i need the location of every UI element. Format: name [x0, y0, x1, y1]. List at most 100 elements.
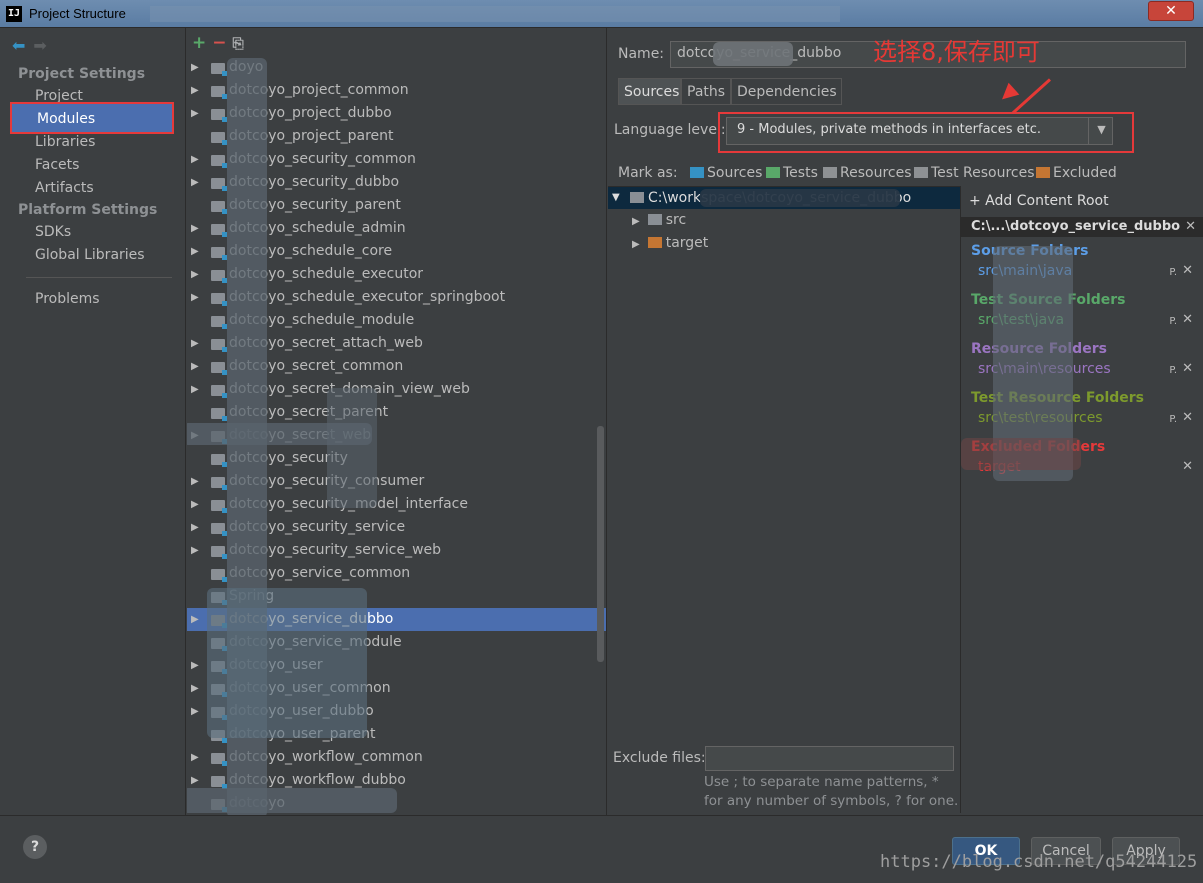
window-titlebar: IJ Project Structure ✕: [0, 0, 1203, 28]
module-folder-icon: [211, 362, 227, 375]
content-root-header-label: C:\...\dotcoyo_service_dubbo: [971, 219, 1181, 234]
add-content-root-button[interactable]: + Add Content Root: [969, 193, 1109, 209]
folder-icon: [914, 167, 928, 178]
sidebar-item-libraries[interactable]: Libraries: [35, 134, 95, 150]
sidebar-item-global-libraries[interactable]: Global Libraries: [35, 247, 145, 263]
module-folder-icon: [211, 546, 227, 559]
annotation-arrowhead: [996, 82, 1020, 106]
collapsed-arrow-icon[interactable]: ▶: [191, 148, 199, 171]
content-folder-target[interactable]: ▶ target: [632, 232, 708, 254]
close-icon[interactable]: ✕: [1185, 217, 1196, 237]
content-folder-src[interactable]: ▶ src: [632, 209, 686, 231]
module-folder-icon: [211, 86, 227, 99]
sidebar-separator: [26, 277, 172, 278]
collapsed-arrow-icon[interactable]: ▶: [191, 677, 199, 700]
collapsed-arrow-icon[interactable]: ▶: [191, 493, 199, 516]
window-close-button[interactable]: ✕: [1148, 1, 1194, 21]
help-button[interactable]: ?: [23, 835, 47, 859]
package-prefix-icon[interactable]: P.: [1169, 316, 1177, 327]
mark-as-label: Mark as:: [618, 165, 678, 181]
remove-folder-icon[interactable]: ✕: [1182, 312, 1193, 327]
mark-as-tests-button[interactable]: Tests: [766, 165, 818, 181]
remove-folder-icon[interactable]: ✕: [1182, 361, 1193, 376]
sidebar-item-artifacts[interactable]: Artifacts: [35, 180, 94, 196]
collapsed-arrow-icon[interactable]: ▶: [191, 516, 199, 539]
module-folder-icon: [211, 155, 227, 168]
collapsed-arrow-icon[interactable]: ▶: [632, 216, 640, 227]
collapsed-arrow-icon[interactable]: ▶: [191, 217, 199, 240]
collapsed-arrow-icon[interactable]: ▶: [191, 102, 199, 125]
collapsed-arrow-icon[interactable]: ▶: [632, 239, 640, 250]
collapsed-arrow-icon[interactable]: ▶: [191, 470, 199, 493]
window-title: Project Structure: [29, 6, 126, 21]
collapsed-arrow-icon[interactable]: ▶: [191, 286, 199, 309]
folder-icon: [823, 167, 837, 178]
module-folder-icon: [211, 385, 227, 398]
settings-sidebar: ⬅ ➡ Project Settings Project Modules Libr…: [0, 28, 186, 815]
collapsed-arrow-icon[interactable]: ▶: [191, 746, 199, 769]
collapsed-arrow-icon[interactable]: ▶: [191, 79, 199, 102]
copy-module-icon[interactable]: ⎘: [233, 36, 244, 52]
folder-icon: [690, 167, 704, 178]
collapsed-arrow-icon[interactable]: ▶: [191, 539, 199, 562]
mark-as-excluded-button[interactable]: Excluded: [1036, 165, 1117, 181]
collapsed-arrow-icon[interactable]: ▶: [191, 240, 199, 263]
collapsed-arrow-icon[interactable]: ▶: [191, 654, 199, 677]
module-folder-icon: [211, 523, 227, 536]
mark-as-resources-button[interactable]: Resources: [823, 165, 912, 181]
tab-sources[interactable]: Sources: [618, 78, 681, 105]
collapsed-arrow-icon[interactable]: ▶: [191, 355, 199, 378]
content-root-row[interactable]: ▼ C:\workspace\dotcoyo_service_dubbo: [608, 187, 960, 209]
remove-folder-icon[interactable]: ✕: [1182, 263, 1193, 278]
redacted-path: [150, 6, 840, 22]
module-folder-icon: [211, 270, 227, 283]
excluded-folder-icon: [647, 237, 662, 248]
exclude-files-input[interactable]: [705, 746, 954, 771]
sidebar-item-sdks[interactable]: SDKs: [35, 224, 71, 240]
sidebar-item-problems[interactable]: Problems: [35, 291, 100, 307]
intellij-app-icon: IJ: [6, 6, 22, 22]
module-folder-icon: [211, 339, 227, 352]
nav-arrows: ⬅ ➡: [12, 36, 47, 55]
package-prefix-icon[interactable]: P.: [1169, 365, 1177, 376]
remove-module-icon[interactable]: −: [212, 33, 226, 53]
add-module-icon[interactable]: +: [192, 33, 206, 53]
folder-label: target: [665, 235, 709, 251]
module-folder-icon: [211, 132, 227, 145]
collapsed-arrow-icon[interactable]: ▶: [191, 700, 199, 723]
remove-folder-icon[interactable]: ✕: [1182, 459, 1193, 474]
collapsed-arrow-icon[interactable]: ▶: [191, 332, 199, 355]
sidebar-item-facets[interactable]: Facets: [35, 157, 79, 173]
expand-arrow-icon[interactable]: ▼: [612, 187, 620, 209]
package-prefix-icon[interactable]: P.: [1169, 414, 1177, 425]
collapsed-arrow-icon[interactable]: ▶: [191, 608, 199, 631]
redaction-mark: [327, 388, 377, 508]
forward-arrow-icon[interactable]: ➡: [33, 36, 46, 55]
collapsed-arrow-icon[interactable]: ▶: [191, 263, 199, 286]
back-arrow-icon[interactable]: ⬅: [12, 36, 25, 55]
tab-dependencies[interactable]: Dependencies: [731, 78, 842, 105]
tree-row-label: dotcoyo_schedule_executor_springboot: [229, 289, 506, 305]
collapsed-arrow-icon[interactable]: ▶: [191, 56, 199, 79]
collapsed-arrow-icon[interactable]: ▶: [191, 378, 199, 401]
module-tree: +−⎘ ▶doyo▶dotcoyo_project_common▶dotcoyo…: [187, 28, 607, 815]
dialog-footer: ? OK Cancel Apply https://blog.csdn.net/…: [0, 815, 1203, 883]
sidebar-item-modules[interactable]: Modules: [10, 102, 174, 134]
content-roots-panel: + Add Content Root C:\...\dotcoyo_servic…: [960, 186, 1203, 813]
redaction-mark: [961, 438, 1081, 470]
mark-as-sources-button[interactable]: Sources: [690, 165, 762, 181]
collapsed-arrow-icon[interactable]: ▶: [191, 171, 199, 194]
redaction-mark: [207, 588, 367, 738]
module-folder-icon: [211, 500, 227, 513]
module-folder-icon: [211, 224, 227, 237]
mark-as-test-resources-button[interactable]: Test Resources: [914, 165, 1035, 181]
language-level-select[interactable]: 9 - Modules, private methods in interfac…: [726, 117, 1113, 145]
chevron-down-icon[interactable]: ▼: [1088, 117, 1114, 145]
remove-folder-icon[interactable]: ✕: [1182, 410, 1193, 425]
mark-as-label-text: Tests: [783, 165, 818, 181]
tab-paths[interactable]: Paths: [681, 78, 731, 105]
tree-vertical-scrollbar[interactable]: [597, 426, 604, 662]
package-prefix-icon[interactable]: P.: [1169, 267, 1177, 278]
module-folder-icon: [211, 63, 227, 76]
module-folder-icon: [211, 316, 227, 329]
